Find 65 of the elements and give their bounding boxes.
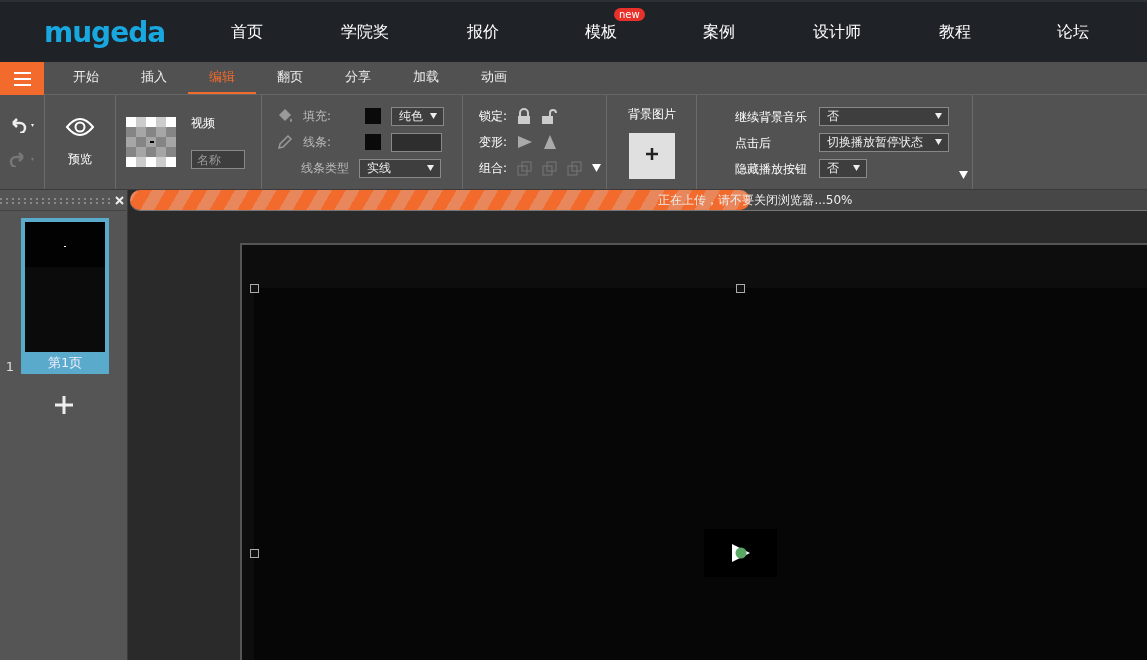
group-label: 组合: (479, 159, 508, 177)
line-type-label: 线条类型 (301, 159, 349, 177)
video-play-button[interactable] (704, 529, 777, 577)
video-label: 视频 (191, 115, 215, 132)
stroke-label: 线条: (303, 133, 332, 151)
setting-label: 点击后 (735, 136, 771, 150)
nav-link[interactable]: 学院奖 (341, 21, 389, 43)
caret-icon[interactable] (592, 164, 602, 172)
undo-icon[interactable] (9, 117, 35, 133)
lock-label: 锁定: (479, 107, 508, 125)
unlock-icon[interactable] (541, 108, 558, 124)
resize-handle[interactable] (250, 284, 259, 293)
line-type-dropdown[interactable]: 实线 (359, 158, 441, 178)
setting-label: 隐藏播放按钮 (735, 162, 807, 176)
menu-tab[interactable]: 加载 (392, 62, 460, 94)
page-number: 1 (5, 359, 15, 374)
setting-label: 继续背景音乐 (735, 110, 807, 124)
page-label: 第1页 (47, 354, 84, 372)
menu-tab[interactable]: 翻页 (256, 62, 324, 94)
caret-icon (935, 139, 942, 145)
fill-color-swatch[interactable] (365, 108, 382, 124)
setting-dropdown[interactable]: 切换播放暂停状态 (819, 132, 949, 152)
menu-tab[interactable]: 开始 (52, 62, 120, 94)
nav-link[interactable]: 模板 (585, 21, 617, 43)
add-background-button[interactable] (628, 132, 675, 179)
preview-label[interactable]: 预览 (68, 150, 92, 168)
menu-tab[interactable]: 动画 (460, 62, 528, 94)
add-page-icon[interactable] (54, 396, 73, 414)
fill-label: 填充: (303, 107, 332, 125)
lock-icon[interactable] (517, 108, 532, 124)
menu-button[interactable] (0, 62, 44, 95)
resize-handle[interactable] (736, 284, 745, 293)
menu-tab[interactable]: 分享 (324, 62, 392, 94)
resize-handle[interactable] (250, 549, 259, 558)
caret-icon (430, 113, 438, 119)
caret-icon (853, 165, 860, 171)
paint-bucket-icon (277, 108, 293, 124)
nav-link[interactable]: 论坛 (1057, 21, 1089, 43)
stroke-width-field[interactable] (391, 132, 443, 152)
setting-dropdown[interactable]: 否 (819, 106, 949, 126)
caret-icon (427, 165, 434, 171)
setting-dropdown[interactable]: 否 (819, 158, 867, 178)
nav-link[interactable]: 案例 (703, 21, 735, 43)
background-image-label: 背景图片 (627, 105, 676, 123)
caret-icon[interactable] (959, 171, 968, 179)
plus-icon (645, 148, 658, 160)
flip-vertical-icon[interactable] (543, 134, 558, 150)
menu-tab[interactable]: 插入 (120, 62, 188, 94)
nav-link[interactable]: 设计师 (813, 21, 861, 43)
pencil-icon (277, 134, 293, 150)
close-icon[interactable] (114, 195, 124, 205)
stroke-color-swatch[interactable] (365, 134, 382, 150)
name-field[interactable]: 名称 (191, 150, 245, 169)
transform-label: 变形: (479, 133, 508, 151)
fill-type-dropdown[interactable]: 纯色 (391, 106, 445, 126)
video-thumbnail-icon (126, 117, 176, 167)
eye-icon[interactable] (65, 116, 95, 137)
caret-icon (935, 113, 942, 119)
nav-link[interactable]: 教程 (939, 21, 971, 43)
brand-logo[interactable]: mugeda (0, 15, 188, 49)
nav-link[interactable]: 报价 (467, 21, 499, 43)
flip-horizontal-icon[interactable] (517, 135, 534, 149)
play-icon (730, 543, 751, 563)
new-badge: new (614, 7, 645, 21)
nav-link[interactable]: 首页 (231, 21, 263, 43)
